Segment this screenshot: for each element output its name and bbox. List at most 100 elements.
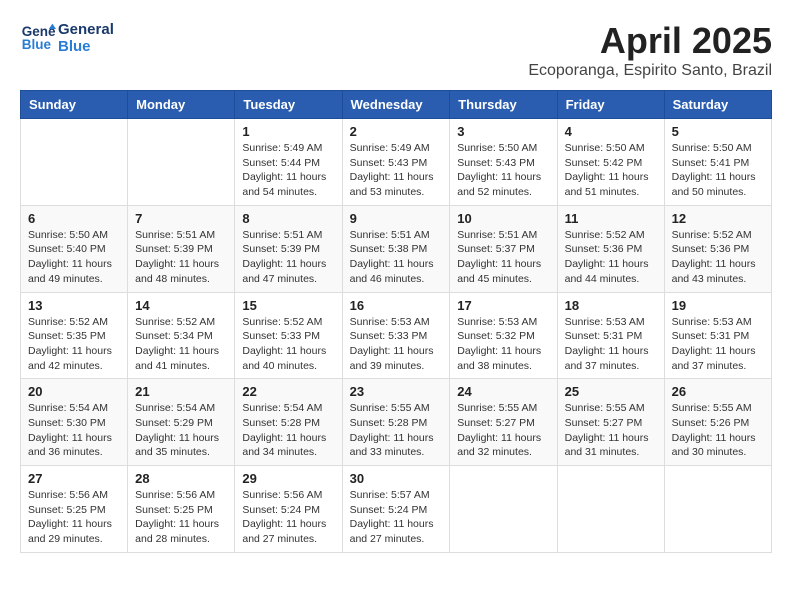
month-title: April 2025 — [528, 20, 772, 62]
week-row-4: 27 Sunrise: 5:56 AMSunset: 5:25 PMDayligh… — [21, 466, 772, 553]
day-info: Sunrise: 5:54 AMSunset: 5:28 PMDaylight:… — [242, 401, 334, 460]
week-row-2: 13 Sunrise: 5:52 AMSunset: 5:35 PMDayligh… — [21, 292, 772, 379]
calendar-cell: 11Sunrise: 5:52 AMSunset: 5:36 PMDayligh… — [557, 205, 664, 292]
calendar-cell: 1 Sunrise: 5:49 AMSunset: 5:44 PMDaylight… — [235, 119, 342, 206]
day-number: 19 — [672, 298, 764, 313]
calendar-cell: 16Sunrise: 5:53 AMSunset: 5:33 PMDayligh… — [342, 292, 450, 379]
day-number: 4 — [565, 124, 657, 139]
day-info: Sunrise: 5:53 AMSunset: 5:31 PMDaylight:… — [565, 315, 657, 374]
day-info: Sunrise: 5:54 AMSunset: 5:29 PMDaylight:… — [135, 401, 227, 460]
day-info: Sunrise: 5:52 AMSunset: 5:35 PMDaylight:… — [28, 315, 120, 374]
calendar-cell — [128, 119, 235, 206]
calendar-cell: 19Sunrise: 5:53 AMSunset: 5:31 PMDayligh… — [664, 292, 771, 379]
day-number: 15 — [242, 298, 334, 313]
calendar-cell — [664, 466, 771, 553]
day-number: 27 — [28, 471, 120, 486]
calendar-cell: 18 Sunrise: 5:53 AMSunset: 5:31 PMDayligh… — [557, 292, 664, 379]
day-number: 21 — [135, 384, 227, 399]
title-area: April 2025 Ecoporanga, Espirito Santo, B… — [528, 20, 772, 80]
header-saturday: Saturday — [664, 91, 771, 119]
calendar-cell: 9 Sunrise: 5:51 AMSunset: 5:38 PMDaylight… — [342, 205, 450, 292]
calendar-cell: 24Sunrise: 5:55 AMSunset: 5:27 PMDayligh… — [450, 379, 557, 466]
week-row-3: 20 Sunrise: 5:54 AMSunset: 5:30 PMDayligh… — [21, 379, 772, 466]
day-number: 8 — [242, 211, 334, 226]
day-info: Sunrise: 5:49 AMSunset: 5:43 PMDaylight:… — [350, 141, 443, 200]
calendar-cell: 4 Sunrise: 5:50 AMSunset: 5:42 PMDaylight… — [557, 119, 664, 206]
header-friday: Friday — [557, 91, 664, 119]
header-sunday: Sunday — [21, 91, 128, 119]
calendar-cell: 23Sunrise: 5:55 AMSunset: 5:28 PMDayligh… — [342, 379, 450, 466]
day-number: 17 — [457, 298, 549, 313]
calendar-cell: 20 Sunrise: 5:54 AMSunset: 5:30 PMDayligh… — [21, 379, 128, 466]
day-number: 25 — [565, 384, 657, 399]
calendar-cell: 25 Sunrise: 5:55 AMSunset: 5:27 PMDayligh… — [557, 379, 664, 466]
day-info: Sunrise: 5:52 AMSunset: 5:36 PMDaylight:… — [672, 228, 764, 287]
header-thursday: Thursday — [450, 91, 557, 119]
day-number: 26 — [672, 384, 764, 399]
calendar-cell: 13 Sunrise: 5:52 AMSunset: 5:35 PMDayligh… — [21, 292, 128, 379]
day-info: Sunrise: 5:53 AMSunset: 5:32 PMDaylight:… — [457, 315, 549, 374]
day-number: 9 — [350, 211, 443, 226]
day-number: 13 — [28, 298, 120, 313]
svg-text:Blue: Blue — [22, 37, 52, 52]
day-number: 22 — [242, 384, 334, 399]
day-info: Sunrise: 5:50 AMSunset: 5:41 PMDaylight:… — [672, 141, 764, 200]
day-info: Sunrise: 5:51 AMSunset: 5:39 PMDaylight:… — [242, 228, 334, 287]
calendar-cell: 17 Sunrise: 5:53 AMSunset: 5:32 PMDayligh… — [450, 292, 557, 379]
logo-blue: Blue — [58, 38, 114, 55]
day-number: 7 — [135, 211, 227, 226]
day-info: Sunrise: 5:49 AMSunset: 5:44 PMDaylight:… — [242, 141, 334, 200]
calendar-cell: 5 Sunrise: 5:50 AMSunset: 5:41 PMDaylight… — [664, 119, 771, 206]
day-info: Sunrise: 5:52 AMSunset: 5:33 PMDaylight:… — [242, 315, 334, 374]
day-info: Sunrise: 5:51 AMSunset: 5:37 PMDaylight:… — [457, 228, 549, 287]
calendar-cell: 27Sunrise: 5:56 AMSunset: 5:25 PMDayligh… — [21, 466, 128, 553]
day-number: 30 — [350, 471, 443, 486]
day-number: 5 — [672, 124, 764, 139]
header-monday: Monday — [128, 91, 235, 119]
calendar-cell — [21, 119, 128, 206]
day-number: 10 — [457, 211, 549, 226]
logo-general: General — [58, 21, 114, 38]
day-info: Sunrise: 5:55 AMSunset: 5:26 PMDaylight:… — [672, 401, 764, 460]
header-tuesday: Tuesday — [235, 91, 342, 119]
calendar-cell: 8 Sunrise: 5:51 AMSunset: 5:39 PMDaylight… — [235, 205, 342, 292]
calendar-cell: 28 Sunrise: 5:56 AMSunset: 5:25 PMDayligh… — [128, 466, 235, 553]
day-info: Sunrise: 5:50 AMSunset: 5:40 PMDaylight:… — [28, 228, 120, 287]
header-wednesday: Wednesday — [342, 91, 450, 119]
logo: General Blue General Blue — [20, 20, 114, 56]
day-number: 24 — [457, 384, 549, 399]
day-number: 12 — [672, 211, 764, 226]
day-info: Sunrise: 5:56 AMSunset: 5:25 PMDaylight:… — [135, 488, 227, 547]
day-number: 23 — [350, 384, 443, 399]
day-number: 2 — [350, 124, 443, 139]
calendar-cell: 21 Sunrise: 5:54 AMSunset: 5:29 PMDayligh… — [128, 379, 235, 466]
day-info: Sunrise: 5:50 AMSunset: 5:43 PMDaylight:… — [457, 141, 549, 200]
day-info: Sunrise: 5:53 AMSunset: 5:33 PMDaylight:… — [350, 315, 443, 374]
day-info: Sunrise: 5:50 AMSunset: 5:42 PMDaylight:… — [565, 141, 657, 200]
calendar-cell: 12 Sunrise: 5:52 AMSunset: 5:36 PMDayligh… — [664, 205, 771, 292]
day-info: Sunrise: 5:54 AMSunset: 5:30 PMDaylight:… — [28, 401, 120, 460]
page-header: General Blue General Blue April 2025 Eco… — [20, 20, 772, 80]
day-number: 28 — [135, 471, 227, 486]
calendar-cell: 15 Sunrise: 5:52 AMSunset: 5:33 PMDayligh… — [235, 292, 342, 379]
day-info: Sunrise: 5:51 AMSunset: 5:38 PMDaylight:… — [350, 228, 443, 287]
day-info: Sunrise: 5:51 AMSunset: 5:39 PMDaylight:… — [135, 228, 227, 287]
calendar-cell: 10 Sunrise: 5:51 AMSunset: 5:37 PMDayligh… — [450, 205, 557, 292]
day-number: 1 — [242, 124, 334, 139]
day-number: 11 — [565, 211, 657, 226]
week-row-0: 1 Sunrise: 5:49 AMSunset: 5:44 PMDaylight… — [21, 119, 772, 206]
day-info: Sunrise: 5:52 AMSunset: 5:34 PMDaylight:… — [135, 315, 227, 374]
calendar-table: SundayMondayTuesdayWednesdayThursdayFrid… — [20, 90, 772, 553]
calendar-cell: 6 Sunrise: 5:50 AMSunset: 5:40 PMDaylight… — [21, 205, 128, 292]
day-info: Sunrise: 5:55 AMSunset: 5:27 PMDaylight:… — [565, 401, 657, 460]
calendar-cell: 22 Sunrise: 5:54 AMSunset: 5:28 PMDayligh… — [235, 379, 342, 466]
day-number: 29 — [242, 471, 334, 486]
day-number: 6 — [28, 211, 120, 226]
day-number: 18 — [565, 298, 657, 313]
day-info: Sunrise: 5:57 AMSunset: 5:24 PMDaylight:… — [350, 488, 443, 547]
day-number: 20 — [28, 384, 120, 399]
calendar-cell: 7 Sunrise: 5:51 AMSunset: 5:39 PMDaylight… — [128, 205, 235, 292]
calendar-cell: 3Sunrise: 5:50 AMSunset: 5:43 PMDaylight… — [450, 119, 557, 206]
header-row: SundayMondayTuesdayWednesdayThursdayFrid… — [21, 91, 772, 119]
calendar-cell: 30 Sunrise: 5:57 AMSunset: 5:24 PMDayligh… — [342, 466, 450, 553]
